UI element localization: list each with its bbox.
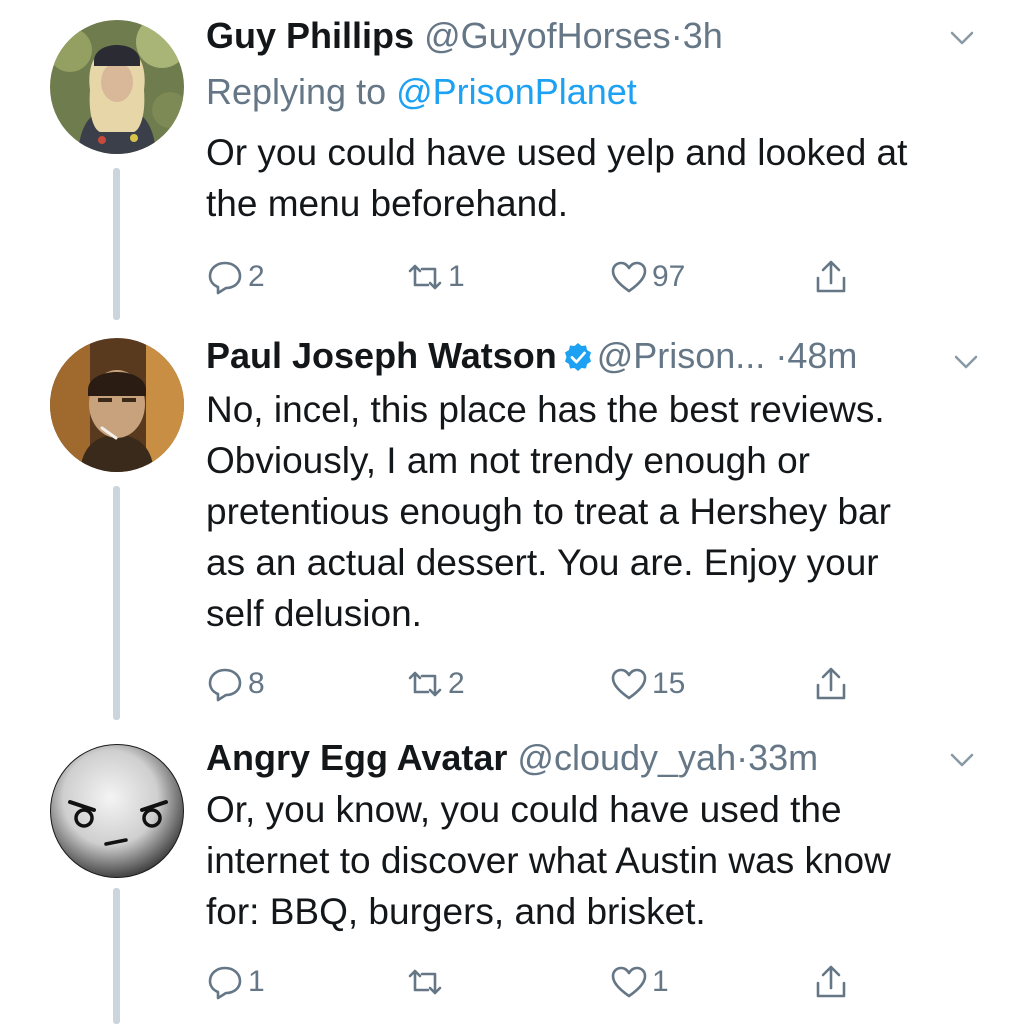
tweet-text-line: the menu beforehand. bbox=[206, 183, 569, 224]
display-name[interactable]: Angry Egg Avatar bbox=[206, 737, 507, 778]
tweet-header: Guy Phillips @GuyofHorses·3h bbox=[206, 14, 942, 58]
retweet-icon bbox=[408, 671, 442, 697]
user-handle[interactable]: @GuyofHorses bbox=[424, 15, 671, 56]
share-icon bbox=[816, 667, 846, 700]
like-button[interactable]: 97 bbox=[610, 255, 685, 299]
tweet-text-line: No, incel, this place has the best revie… bbox=[206, 389, 885, 430]
chevron-down-icon[interactable] bbox=[950, 346, 982, 378]
like-count: 15 bbox=[652, 667, 686, 700]
share-icon bbox=[816, 965, 846, 998]
retweet-count: 2 bbox=[448, 667, 465, 700]
tweet-text-line: Obviously, I am not trendy enough or bbox=[206, 440, 810, 481]
verified-badge-icon bbox=[564, 343, 591, 371]
reply-count: 8 bbox=[248, 667, 265, 700]
like-count: 1 bbox=[652, 965, 669, 998]
replying-to: Replying to @PrisonPlanet bbox=[206, 70, 637, 114]
retweet-button[interactable] bbox=[406, 960, 448, 1004]
separator-dot: · bbox=[670, 15, 683, 56]
tweet-text: Or, you know, you could have used the in… bbox=[206, 784, 986, 937]
reply-icon bbox=[208, 966, 242, 1000]
like-count: 97 bbox=[652, 260, 686, 293]
tweet-guy-phillips[interactable]: Guy Phillips @GuyofHorses·3h Replying to… bbox=[0, 0, 1022, 330]
tweet-paul-joseph-watson[interactable]: Paul Joseph Watson @Prison... ·48m No, in… bbox=[0, 320, 1022, 720]
tweet-header: Paul Joseph Watson @Prison... ·48m bbox=[206, 334, 942, 378]
avatar[interactable] bbox=[50, 744, 184, 878]
share-icon bbox=[816, 260, 846, 293]
reply-icon bbox=[208, 668, 242, 702]
retweet-button[interactable]: 1 bbox=[406, 255, 465, 299]
tweet-text-line: self delusion. bbox=[206, 593, 422, 634]
like-icon bbox=[611, 261, 647, 293]
share-button[interactable] bbox=[812, 255, 850, 299]
like-button[interactable]: 1 bbox=[610, 960, 669, 1004]
tweet-text-line: Or you could have used yelp and looked a… bbox=[206, 132, 908, 173]
tweet-actions: 8 2 15 bbox=[206, 662, 866, 706]
tweet-actions: 2 1 97 bbox=[206, 255, 866, 299]
user-handle[interactable]: @cloudy_yah bbox=[517, 737, 736, 778]
tweet-actions: 1 1 bbox=[206, 960, 866, 1004]
chevron-down-icon[interactable] bbox=[946, 22, 978, 54]
separator-dot: · bbox=[775, 335, 788, 376]
reply-icon bbox=[208, 261, 242, 295]
avatar[interactable] bbox=[50, 20, 184, 154]
share-button[interactable] bbox=[812, 960, 850, 1004]
tweet-text: Or you could have used yelp and looked a… bbox=[206, 127, 986, 229]
reply-button[interactable]: 8 bbox=[206, 662, 265, 706]
tweet-text-line: as an actual dessert. You are. Enjoy you… bbox=[206, 542, 879, 583]
avatar[interactable] bbox=[50, 338, 184, 472]
retweet-icon bbox=[408, 264, 442, 290]
tweet-text-line: pretentious enough to treat a Hershey ba… bbox=[206, 491, 891, 532]
tweet-text-line: for: BBQ, burgers, and brisket. bbox=[206, 891, 706, 932]
like-icon bbox=[611, 668, 647, 700]
replying-label: Replying to bbox=[206, 71, 387, 112]
tweet-text-line: internet to discover what Austin was kno… bbox=[206, 840, 891, 881]
tweet-angry-egg-avatar[interactable]: Angry Egg Avatar @cloudy_yah·33m Or, you… bbox=[0, 722, 1022, 1024]
reply-button[interactable]: 2 bbox=[206, 255, 265, 299]
tweet-text: No, incel, this place has the best revie… bbox=[206, 384, 986, 639]
replying-mention-link[interactable]: @PrisonPlanet bbox=[396, 71, 637, 112]
timestamp[interactable]: 48m bbox=[787, 335, 857, 376]
retweet-count: 1 bbox=[448, 260, 465, 293]
tweet-header: Angry Egg Avatar @cloudy_yah·33m bbox=[206, 736, 942, 780]
reply-count: 2 bbox=[248, 260, 265, 293]
separator-dot: · bbox=[736, 737, 749, 778]
like-icon bbox=[611, 966, 647, 998]
like-button[interactable]: 15 bbox=[610, 662, 685, 706]
reply-count: 1 bbox=[248, 965, 265, 998]
display-name[interactable]: Paul Joseph Watson bbox=[206, 335, 557, 376]
thread-connector bbox=[113, 486, 120, 720]
display-name[interactable]: Guy Phillips bbox=[206, 15, 414, 56]
tweet-text-line: Or, you know, you could have used the bbox=[206, 789, 842, 830]
thread-connector bbox=[113, 888, 120, 1024]
timestamp[interactable]: 3h bbox=[683, 15, 723, 56]
user-handle[interactable]: @Prison... bbox=[597, 335, 766, 376]
timestamp[interactable]: 33m bbox=[748, 737, 818, 778]
reply-button[interactable]: 1 bbox=[206, 960, 265, 1004]
share-button[interactable] bbox=[812, 662, 850, 706]
thread-connector bbox=[113, 168, 120, 320]
chevron-down-icon[interactable] bbox=[946, 744, 978, 776]
retweet-icon bbox=[408, 969, 442, 995]
retweet-button[interactable]: 2 bbox=[406, 662, 465, 706]
